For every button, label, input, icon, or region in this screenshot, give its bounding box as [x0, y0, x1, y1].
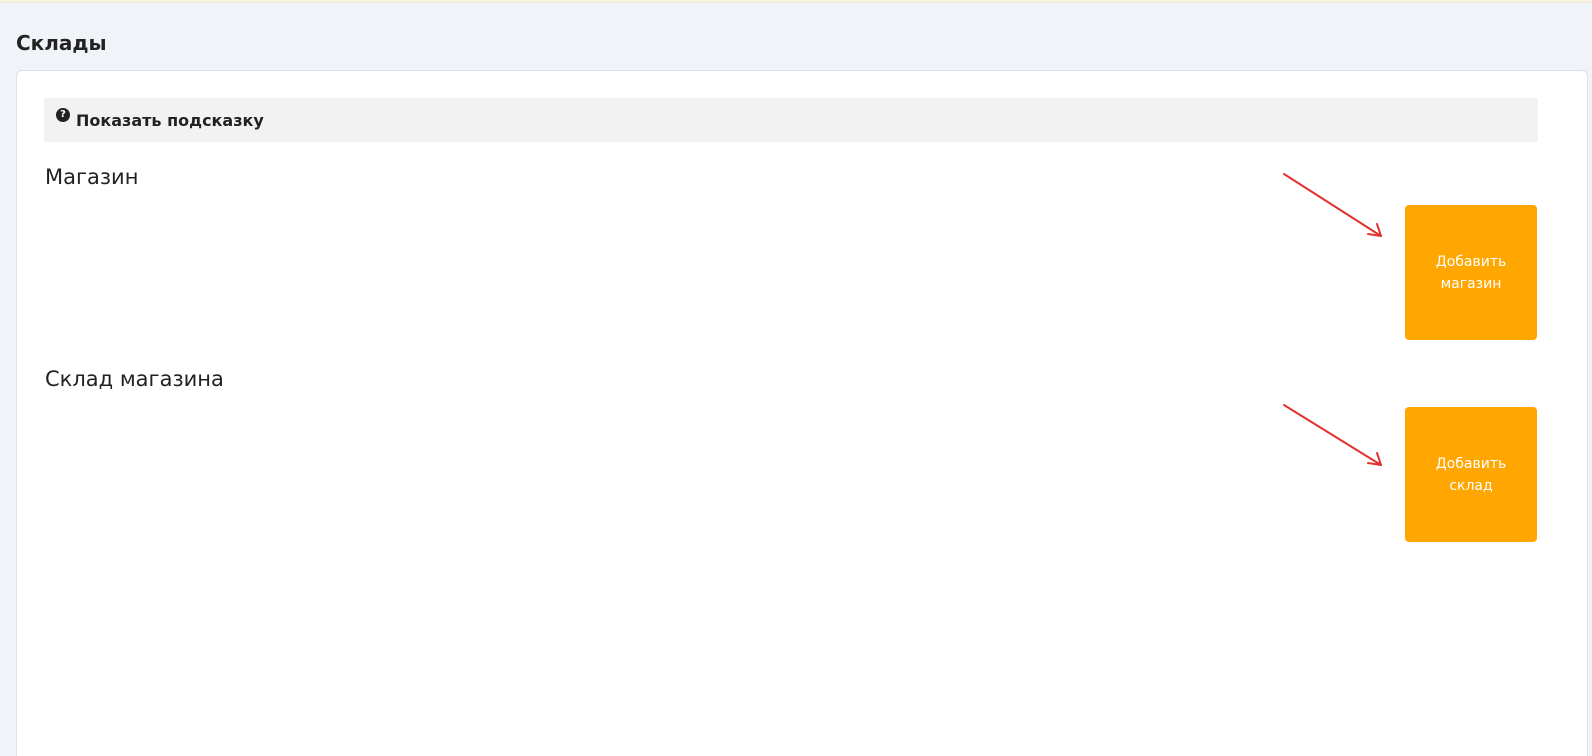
show-hint-label: Показать подсказку	[76, 110, 264, 130]
section-shop-title: Магазин	[45, 165, 139, 189]
add-shop-button-label: Добавить магазин	[1435, 253, 1507, 292]
section-warehouse-title: Склад магазина	[45, 367, 224, 391]
top-strip	[0, 0, 1592, 3]
question-circle-icon: ?	[56, 108, 70, 122]
page-title: Склады	[16, 31, 107, 55]
show-hint-toggle[interactable]: ? Показать подсказку	[44, 98, 1538, 142]
annotation-arrow-shop	[1283, 173, 1382, 237]
add-warehouse-button[interactable]: Добавить склад	[1405, 407, 1537, 542]
annotation-arrow-warehouse	[1283, 404, 1382, 466]
add-shop-button[interactable]: Добавить магазин	[1405, 205, 1537, 340]
add-warehouse-button-label: Добавить склад	[1435, 455, 1507, 494]
